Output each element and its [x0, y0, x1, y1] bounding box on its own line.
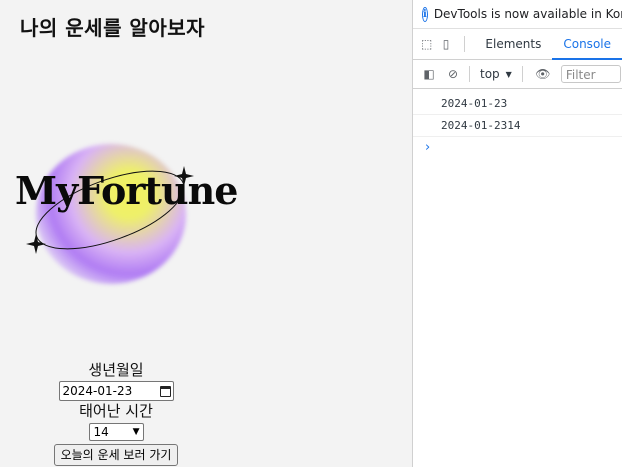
myfortune-logo: MyFortune — [10, 130, 238, 300]
device-toolbar-icon[interactable]: ▯ — [440, 37, 451, 51]
web-page: 나의 운세를 알아보자 MyFortune 생년월일 2024-01-23 태어… — [0, 0, 412, 467]
console-log-line: 2024-01-23 — [413, 93, 622, 115]
devtools-notice: i DevTools is now available in Korea — [413, 0, 622, 29]
page-title: 나의 운세를 알아보자 — [20, 16, 206, 40]
devtools-tabbar: ⬚ ▯ Elements Console — [413, 29, 622, 60]
inspect-element-icon[interactable]: ⬚ — [421, 37, 432, 51]
info-icon: i — [422, 6, 428, 22]
birth-time-select[interactable]: 14 ▼ — [88, 423, 144, 441]
console-log-line: 2024-01-2314 — [413, 115, 622, 137]
notice-text: DevTools is now available in Korea — [433, 7, 622, 21]
tab-elements[interactable]: Elements — [474, 29, 552, 59]
calendar-icon[interactable] — [159, 385, 171, 397]
birth-time-value: 14 — [93, 425, 109, 439]
divider — [463, 36, 465, 52]
chevron-down-icon: ▼ — [505, 69, 512, 79]
eye-icon[interactable]: 👁 — [535, 67, 551, 81]
sidebar-toggle-icon[interactable]: ◧ — [421, 67, 437, 81]
orbit-sparkles-graphic — [26, 166, 194, 254]
birth-time-label: 태어난 시간 — [79, 402, 153, 420]
birth-date-input[interactable]: 2024-01-23 — [58, 381, 174, 401]
console-prompt-icon[interactable]: › — [413, 137, 622, 159]
birth-date-label: 생년월일 — [88, 361, 144, 379]
devtools-panel: i DevTools is now available in Korea ⬚ ▯… — [412, 0, 622, 467]
birth-date-value: 2024-01-23 — [62, 384, 133, 398]
fortune-form: 생년월일 2024-01-23 태어난 시간 14 ▼ 오늘의 운세 보러 가기 — [0, 360, 232, 466]
console-toolbar: ◧ ⊘ top ▼ 👁 Filter — [413, 60, 622, 89]
context-value: top — [480, 67, 500, 81]
divider — [521, 66, 523, 82]
console-output: 2024-01-23 2024-01-2314 › — [413, 89, 622, 159]
go-fortune-button[interactable]: 오늘의 운세 보러 가기 — [53, 444, 179, 466]
chevron-down-icon: ▼ — [132, 427, 140, 437]
divider — [469, 66, 470, 82]
tab-console[interactable]: Console — [552, 29, 622, 60]
context-selector[interactable]: top ▼ — [480, 67, 512, 81]
logo-wordmark: MyFortune — [15, 168, 238, 213]
filter-input[interactable]: Filter — [560, 65, 621, 83]
clear-console-icon[interactable]: ⊘ — [445, 67, 461, 81]
